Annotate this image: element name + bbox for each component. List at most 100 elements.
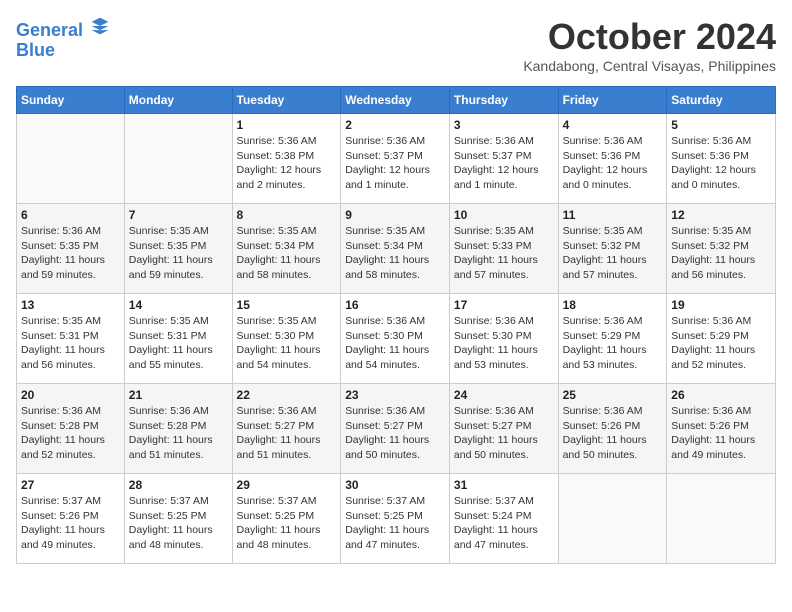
calendar-cell: 11Sunrise: 5:35 AM Sunset: 5:32 PM Dayli… (558, 204, 667, 294)
calendar-cell (558, 474, 667, 564)
day-number: 26 (671, 388, 771, 402)
day-detail: Sunrise: 5:35 AM Sunset: 5:31 PM Dayligh… (21, 314, 120, 373)
day-number: 15 (237, 298, 337, 312)
calendar-cell: 14 Sunrise: 5:35 AM Sunset: 5:31 PM Dayli… (124, 294, 232, 384)
day-number: 18 (563, 298, 663, 312)
calendar-cell: 3 Sunrise: 5:36 AM Sunset: 5:37 PM Daylig… (449, 114, 558, 204)
calendar-cell: 29 Sunrise: 5:37 AM Sunset: 5:25 PM Dayli… (232, 474, 341, 564)
day-detail: Sunrise: 5:37 AM Sunset: 5:25 PM Dayligh… (237, 494, 337, 553)
page-header: General Blue October 2024 Kandabong, Cen… (16, 16, 776, 74)
day-number: 3 (454, 118, 554, 132)
day-number: 5 (671, 118, 771, 132)
day-detail: Sunrise: 5:36 AM Sunset: 5:37 PM Dayligh… (345, 134, 445, 193)
day-number: 21 (129, 388, 228, 402)
day-detail: Sunrise: 5:35 AM Sunset: 5:32 PM Dayligh… (563, 224, 663, 283)
day-detail: Sunrise: 5:36 AM Sunset: 5:36 PM Dayligh… (671, 134, 771, 193)
day-number: 9 (345, 208, 445, 222)
day-detail: Sunrise: 5:36 AM Sunset: 5:29 PM Dayligh… (563, 314, 663, 373)
day-number: 22 (237, 388, 337, 402)
calendar-cell (17, 114, 125, 204)
calendar-cell: 20Sunrise: 5:36 AM Sunset: 5:28 PM Dayli… (17, 384, 125, 474)
day-detail: Sunrise: 5:37 AM Sunset: 5:25 PM Dayligh… (129, 494, 228, 553)
calendar-cell: 2 Sunrise: 5:36 AM Sunset: 5:37 PM Daylig… (341, 114, 450, 204)
day-detail: Sunrise: 5:36 AM Sunset: 5:26 PM Dayligh… (671, 404, 771, 463)
day-number: 30 (345, 478, 445, 492)
day-number: 6 (21, 208, 120, 222)
calendar-cell: 16 Sunrise: 5:36 AM Sunset: 5:30 PM Dayli… (341, 294, 450, 384)
calendar-cell: 24 Sunrise: 5:36 AM Sunset: 5:27 PM Dayli… (449, 384, 558, 474)
calendar-cell (667, 474, 776, 564)
day-detail: Sunrise: 5:36 AM Sunset: 5:27 PM Dayligh… (454, 404, 554, 463)
calendar-cell: 28 Sunrise: 5:37 AM Sunset: 5:25 PM Dayli… (124, 474, 232, 564)
calendar-week-2: 6 Sunrise: 5:36 AM Sunset: 5:35 PM Daylig… (17, 204, 776, 294)
logo-text: General (16, 16, 110, 41)
calendar-week-5: 27 Sunrise: 5:37 AM Sunset: 5:26 PM Dayli… (17, 474, 776, 564)
calendar-cell: 1Sunrise: 5:36 AM Sunset: 5:38 PM Daylig… (232, 114, 341, 204)
calendar-cell: 19 Sunrise: 5:36 AM Sunset: 5:29 PM Dayli… (667, 294, 776, 384)
calendar-week-1: 1Sunrise: 5:36 AM Sunset: 5:38 PM Daylig… (17, 114, 776, 204)
day-number: 25 (563, 388, 663, 402)
calendar-cell: 31Sunrise: 5:37 AM Sunset: 5:24 PM Dayli… (449, 474, 558, 564)
calendar-cell: 10Sunrise: 5:35 AM Sunset: 5:33 PM Dayli… (449, 204, 558, 294)
calendar-cell: 7Sunrise: 5:35 AM Sunset: 5:35 PM Daylig… (124, 204, 232, 294)
day-detail: Sunrise: 5:36 AM Sunset: 5:38 PM Dayligh… (237, 134, 337, 193)
calendar-week-3: 13 Sunrise: 5:35 AM Sunset: 5:31 PM Dayli… (17, 294, 776, 384)
calendar-cell: 18 Sunrise: 5:36 AM Sunset: 5:29 PM Dayli… (558, 294, 667, 384)
calendar-table: SundayMondayTuesdayWednesdayThursdayFrid… (16, 86, 776, 564)
calendar-cell: 25 Sunrise: 5:36 AM Sunset: 5:26 PM Dayli… (558, 384, 667, 474)
day-number: 12 (671, 208, 771, 222)
calendar-cell: 6 Sunrise: 5:36 AM Sunset: 5:35 PM Daylig… (17, 204, 125, 294)
calendar-cell: 21 Sunrise: 5:36 AM Sunset: 5:28 PM Dayli… (124, 384, 232, 474)
day-detail: Sunrise: 5:36 AM Sunset: 5:29 PM Dayligh… (671, 314, 771, 373)
day-detail: Sunrise: 5:36 AM Sunset: 5:27 PM Dayligh… (237, 404, 337, 463)
day-detail: Sunrise: 5:36 AM Sunset: 5:28 PM Dayligh… (21, 404, 120, 463)
day-number: 14 (129, 298, 228, 312)
calendar-cell: 8Sunrise: 5:35 AM Sunset: 5:34 PM Daylig… (232, 204, 341, 294)
calendar-cell: 23 Sunrise: 5:36 AM Sunset: 5:27 PM Dayli… (341, 384, 450, 474)
day-detail: Sunrise: 5:35 AM Sunset: 5:32 PM Dayligh… (671, 224, 771, 283)
day-detail: Sunrise: 5:37 AM Sunset: 5:26 PM Dayligh… (21, 494, 120, 553)
weekday-header-friday: Friday (558, 87, 667, 114)
weekday-header-saturday: Saturday (667, 87, 776, 114)
calendar-cell: 30Sunrise: 5:37 AM Sunset: 5:25 PM Dayli… (341, 474, 450, 564)
day-number: 23 (345, 388, 445, 402)
day-detail: Sunrise: 5:36 AM Sunset: 5:30 PM Dayligh… (345, 314, 445, 373)
day-number: 2 (345, 118, 445, 132)
calendar-cell: 15 Sunrise: 5:35 AM Sunset: 5:30 PM Dayli… (232, 294, 341, 384)
day-detail: Sunrise: 5:36 AM Sunset: 5:27 PM Dayligh… (345, 404, 445, 463)
day-detail: Sunrise: 5:35 AM Sunset: 5:30 PM Dayligh… (237, 314, 337, 373)
month-title: October 2024 (523, 16, 776, 58)
calendar-cell: 12 Sunrise: 5:35 AM Sunset: 5:32 PM Dayli… (667, 204, 776, 294)
calendar-cell: 9Sunrise: 5:35 AM Sunset: 5:34 PM Daylig… (341, 204, 450, 294)
day-detail: Sunrise: 5:37 AM Sunset: 5:24 PM Dayligh… (454, 494, 554, 553)
calendar-cell: 4Sunrise: 5:36 AM Sunset: 5:36 PM Daylig… (558, 114, 667, 204)
day-number: 29 (237, 478, 337, 492)
calendar-cell: 22 Sunrise: 5:36 AM Sunset: 5:27 PM Dayli… (232, 384, 341, 474)
calendar-body: 1Sunrise: 5:36 AM Sunset: 5:38 PM Daylig… (17, 114, 776, 564)
day-detail: Sunrise: 5:36 AM Sunset: 5:37 PM Dayligh… (454, 134, 554, 193)
logo: General Blue (16, 16, 110, 61)
weekday-header-monday: Monday (124, 87, 232, 114)
day-number: 28 (129, 478, 228, 492)
day-number: 27 (21, 478, 120, 492)
weekday-header-sunday: Sunday (17, 87, 125, 114)
day-detail: Sunrise: 5:36 AM Sunset: 5:28 PM Dayligh… (129, 404, 228, 463)
day-number: 24 (454, 388, 554, 402)
day-detail: Sunrise: 5:36 AM Sunset: 5:35 PM Dayligh… (21, 224, 120, 283)
weekday-header-row: SundayMondayTuesdayWednesdayThursdayFrid… (17, 87, 776, 114)
title-block: October 2024 Kandabong, Central Visayas,… (523, 16, 776, 74)
weekday-header-thursday: Thursday (449, 87, 558, 114)
day-detail: Sunrise: 5:36 AM Sunset: 5:26 PM Dayligh… (563, 404, 663, 463)
day-number: 13 (21, 298, 120, 312)
day-number: 16 (345, 298, 445, 312)
day-detail: Sunrise: 5:35 AM Sunset: 5:31 PM Dayligh… (129, 314, 228, 373)
day-number: 7 (129, 208, 228, 222)
calendar-cell: 13 Sunrise: 5:35 AM Sunset: 5:31 PM Dayli… (17, 294, 125, 384)
day-number: 17 (454, 298, 554, 312)
calendar-cell (124, 114, 232, 204)
calendar-cell: 17Sunrise: 5:36 AM Sunset: 5:30 PM Dayli… (449, 294, 558, 384)
day-number: 19 (671, 298, 771, 312)
logo-general: General (16, 20, 83, 40)
logo-icon (90, 16, 110, 36)
weekday-header-wednesday: Wednesday (341, 87, 450, 114)
